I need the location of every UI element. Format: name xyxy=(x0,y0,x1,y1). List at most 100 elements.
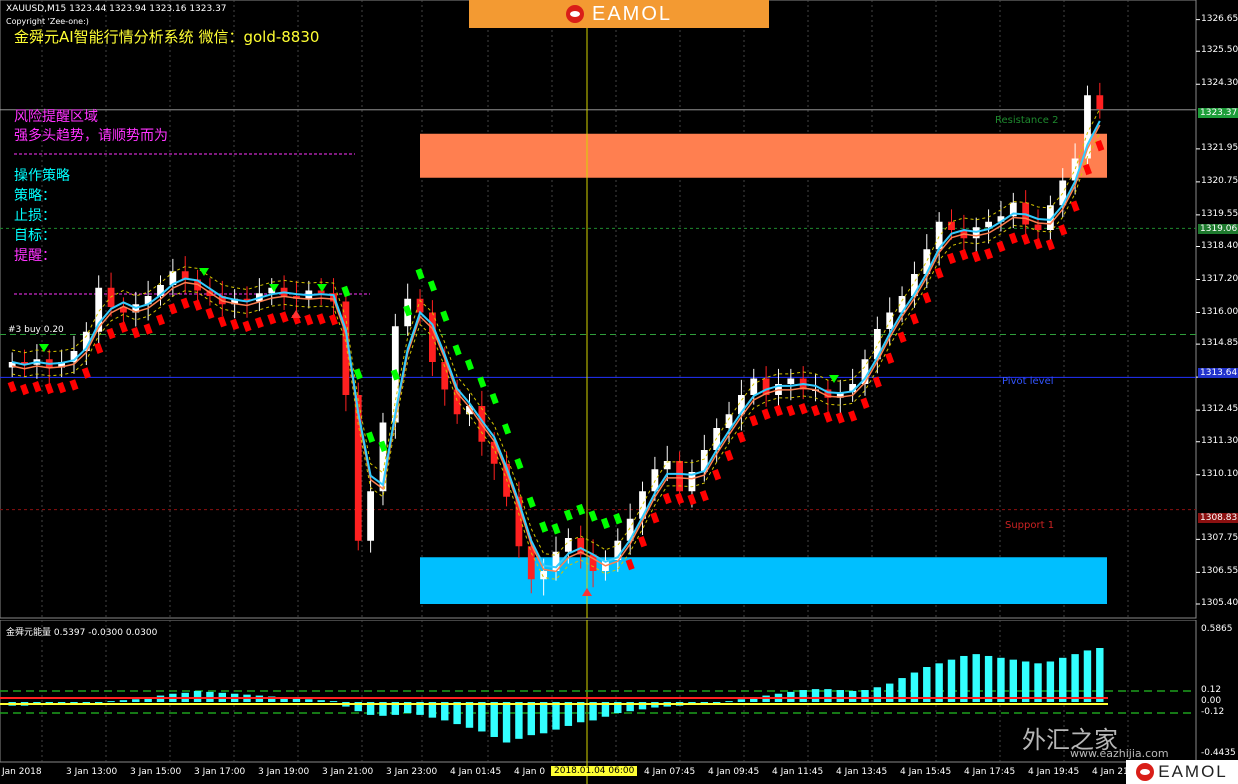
price-tick-label: 1311.30 xyxy=(1201,435,1238,446)
stop-block-red xyxy=(217,315,227,328)
osc-bar xyxy=(873,687,882,702)
osc-bar xyxy=(737,699,746,702)
price-tick-label: 1324.30 xyxy=(1201,78,1238,89)
stop-block-red xyxy=(885,352,895,365)
stop-block-red xyxy=(193,299,203,311)
osc-tick-label: -0.12 xyxy=(1201,707,1225,718)
time-tick-label: 4 Jan 09:45 xyxy=(708,767,760,777)
candle-body xyxy=(1096,95,1104,109)
support-label: Support 1 xyxy=(1005,520,1055,531)
stop-block-red xyxy=(996,240,1006,253)
price-tick-label: 1318.40 xyxy=(1201,240,1238,251)
osc-tick-label: 0.00 xyxy=(1201,696,1222,706)
buy-arrow-icon xyxy=(291,310,301,318)
stop-block-red xyxy=(1070,200,1080,212)
resistance-zone xyxy=(420,133,1107,178)
target-label: 目标： xyxy=(14,228,56,244)
time-tick-label: 4 Jan 19:45 xyxy=(1028,767,1080,777)
stop-block-red xyxy=(872,376,882,388)
osc-bar xyxy=(305,699,313,702)
stop-block-red xyxy=(984,248,994,260)
osc-bar xyxy=(577,702,585,723)
price-tick-label: 1316.00 xyxy=(1201,306,1238,317)
osc-bar xyxy=(947,659,956,702)
osc-bar xyxy=(552,702,560,730)
candle-body xyxy=(367,491,375,541)
stop-block-red xyxy=(724,449,734,462)
eamol-badge-logo-icon xyxy=(1136,763,1155,781)
osc-bar xyxy=(799,690,807,702)
chart-window[interactable]: XAUUSD,M15 1323.44 1323.94 1323.16 1323.… xyxy=(0,0,1238,784)
time-tick-label: 4 Jan 11:45 xyxy=(772,767,824,777)
time-tick-label: 3 Jan 13:00 xyxy=(66,767,118,777)
strategy-label: 策略： xyxy=(14,188,56,204)
stop-block-red xyxy=(57,381,67,394)
time-tick-label: 4 Jan 01:45 xyxy=(450,767,502,777)
stop-block-green xyxy=(341,285,351,298)
price-tick-label: 1306.55 xyxy=(1201,566,1238,577)
candle-body xyxy=(948,221,955,230)
stop-block-red xyxy=(823,411,833,423)
osc-bar xyxy=(107,701,115,703)
time-tick-label: Jan 2018 xyxy=(2,767,42,777)
time-tick-label: 4 Jan 17:45 xyxy=(964,767,1016,777)
price-tick-label: 1325.50 xyxy=(1201,45,1238,56)
stop-block-red xyxy=(848,410,858,422)
stop-block-green xyxy=(427,280,437,292)
stop-block-red xyxy=(736,431,746,443)
price-tick-label: 1321.95 xyxy=(1201,142,1238,153)
price-tick-label: 1305.40 xyxy=(1201,598,1238,608)
time-tick-label: 3 Jan 19:00 xyxy=(258,767,310,777)
osc-bar xyxy=(712,702,721,703)
osc-bar xyxy=(1021,661,1030,702)
stop-block-red xyxy=(20,383,30,396)
osc-bar xyxy=(811,689,820,702)
stop-block-red xyxy=(304,314,314,326)
stop-block-red xyxy=(897,331,907,343)
support-price-tag: 1308.83 xyxy=(1198,513,1238,523)
price-tick-label: 1307.75 xyxy=(1201,533,1238,544)
time-tick-label: 3 Jan 23:00 xyxy=(386,767,438,777)
stop-block-red xyxy=(749,414,759,427)
stop-block-red xyxy=(687,493,697,506)
buy-order-label: #3 buy 0.20 xyxy=(8,325,64,335)
reminder-label: 提醒： xyxy=(14,248,56,264)
osc-bar xyxy=(824,689,832,702)
stop-block-red xyxy=(118,321,128,333)
price-tick-label: 1312.45 xyxy=(1201,404,1238,415)
stop-block-red xyxy=(922,292,932,304)
stop-block-green xyxy=(489,392,499,405)
oscillator-chart[interactable] xyxy=(0,620,1238,784)
envelope-lower xyxy=(12,132,1101,580)
stop-block-red xyxy=(1033,238,1043,250)
stop-block-red xyxy=(230,318,240,331)
stop-block-red xyxy=(205,307,215,320)
time-tick-label: 4 Jan 07:45 xyxy=(644,767,696,777)
osc-bar xyxy=(527,702,535,736)
osc-bar xyxy=(564,702,573,726)
time-tick-label: 4 Jan 13:45 xyxy=(836,767,888,777)
sell-arrow-icon xyxy=(829,375,839,383)
stop-block-green xyxy=(502,423,512,435)
stop-block-red xyxy=(1058,224,1068,236)
osc-bar xyxy=(490,702,498,737)
pivot-label: Pivot level xyxy=(1002,376,1054,387)
sell-arrow-icon xyxy=(39,344,49,352)
stop-block-green xyxy=(613,513,623,525)
price-tick-label: 1314.85 xyxy=(1201,338,1238,349)
candle-body xyxy=(527,546,535,580)
osc-bar xyxy=(453,702,461,725)
stop-block-red xyxy=(786,404,796,417)
osc-tick-label: 0.12 xyxy=(1201,684,1222,695)
osc-bar xyxy=(515,702,523,739)
cursor-time-label: 2018.01.04 06:00 xyxy=(551,766,638,776)
stop-block-red xyxy=(773,404,784,417)
system-title: 金舜元AI智能行情分析系统 微信：gold-8830 xyxy=(14,28,320,46)
candle-body xyxy=(750,378,758,395)
time-tick-label: 4 Jan 21 xyxy=(1092,767,1129,777)
stop-block-red xyxy=(94,342,104,354)
osc-tick-label: 0.5865 xyxy=(1201,624,1233,634)
stop-block-green xyxy=(477,376,487,388)
stop-block-red xyxy=(44,382,54,395)
osc-bar xyxy=(329,701,338,703)
